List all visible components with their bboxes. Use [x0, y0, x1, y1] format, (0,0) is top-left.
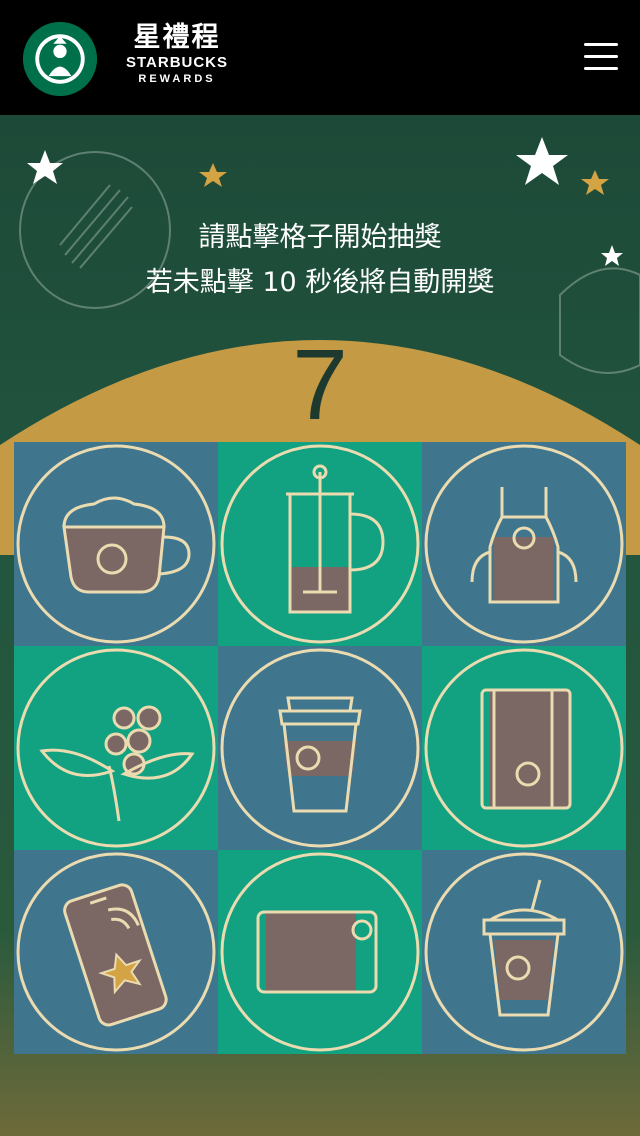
notebook-icon: [424, 648, 624, 848]
mobile-phone-star-icon: [16, 852, 216, 1052]
brand-subtitle: REWARDS: [138, 73, 216, 85]
french-press-icon: [220, 444, 420, 644]
frappuccino-cup-icon: [424, 852, 624, 1052]
prize-cell-mobile-phone[interactable]: [14, 850, 218, 1054]
brand-title-zh: 星禮程: [133, 22, 221, 53]
prize-cell-french-press[interactable]: [218, 442, 422, 646]
apron-icon: [424, 444, 624, 644]
prize-cell-frappuccino[interactable]: [422, 850, 626, 1054]
hamburger-menu-icon[interactable]: [584, 43, 618, 73]
to-go-cup-icon: [220, 648, 420, 848]
prize-cell-starbucks-card[interactable]: [218, 850, 422, 1054]
prize-cell-apron[interactable]: [422, 442, 626, 646]
starbucks-siren-logo-icon[interactable]: [22, 21, 98, 97]
prize-cell-notebook[interactable]: [422, 646, 626, 850]
instruction-line-1: 請點擊格子開始抽獎: [198, 222, 442, 253]
app-header: 星禮程 STARBUCKS REWARDS: [0, 0, 640, 115]
prize-grid: [14, 442, 626, 1054]
coffee-cherry-branch-icon: [16, 648, 216, 848]
brand-title-en: STARBUCKS: [125, 54, 229, 71]
prize-cell-to-go-cup[interactable]: [218, 646, 422, 850]
latte-cup-icon: [16, 444, 216, 644]
countdown-number: 7: [292, 329, 348, 441]
instruction-line-2: 若未點擊 10 秒後將自動開獎: [145, 267, 495, 298]
brand-block: 星禮程 STARBUCKS REWARDS: [112, 22, 242, 86]
prize-cell-coffee-cherry[interactable]: [14, 646, 218, 850]
prize-cell-latte[interactable]: [14, 442, 218, 646]
starbucks-card-icon: [220, 852, 420, 1052]
lottery-stage: 請點擊格子開始抽獎 若未點擊 10 秒後將自動開獎 7: [0, 115, 640, 1136]
